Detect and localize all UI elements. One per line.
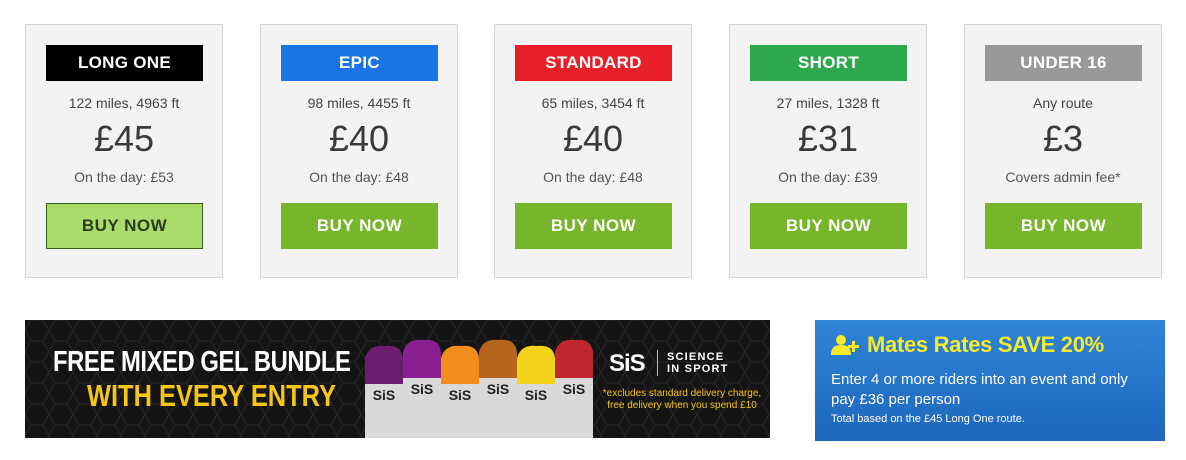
on-the-day-price: On the day: £53 — [74, 169, 174, 185]
gel-pack-top — [403, 339, 441, 378]
gel-packs-image: SiS SiS SiS SiS SiS SiS — [365, 339, 593, 438]
gel-pack-top — [441, 345, 479, 384]
gel-pack-top — [555, 339, 593, 378]
admin-fee-note: Covers admin fee* — [1005, 169, 1121, 185]
price: £40 — [328, 118, 390, 159]
tier-label: EPIC — [281, 45, 438, 81]
sis-logo: SiS — [609, 350, 646, 377]
route-distance: Any route — [1033, 95, 1093, 111]
gel-pack-label: SiS — [487, 381, 510, 397]
tier-label: UNDER 16 — [985, 45, 1142, 81]
gel-pack: SiS — [365, 345, 403, 438]
pricing-card-epic: EPIC 98 miles, 4455 ft £40 On the day: £… — [260, 24, 458, 278]
gel-pack-label: SiS — [411, 381, 434, 397]
buy-now-button[interactable]: BUY NOW — [515, 203, 672, 249]
buy-now-button[interactable]: BUY NOW — [985, 203, 1142, 249]
gel-pack: SiS — [555, 339, 593, 438]
logo-divider — [657, 350, 658, 376]
gel-pack: SiS — [517, 345, 555, 438]
gel-pack: SiS — [403, 339, 441, 438]
gel-pack-top — [365, 345, 403, 384]
gel-pack-label: SiS — [449, 387, 472, 403]
tier-label: STANDARD — [515, 45, 672, 81]
brand-name-line-2: IN SPORT — [667, 363, 729, 375]
gel-pack-label: SiS — [525, 387, 548, 403]
route-distance: 27 miles, 1328 ft — [776, 95, 880, 111]
pricing-card-standard: STANDARD 65 miles, 3454 ft £40 On the da… — [494, 24, 692, 278]
mates-rates-banner[interactable]: Mates Rates SAVE 20% Enter 4 or more rid… — [815, 320, 1165, 441]
gel-pack-label: SiS — [563, 381, 586, 397]
price: £31 — [797, 118, 859, 159]
gel-bundle-banner[interactable]: FREE MIXED GEL BUNDLE WITH EVERY ENTRY S… — [25, 320, 770, 438]
gel-pack: SiS — [441, 345, 479, 438]
on-the-day-price: On the day: £39 — [778, 169, 878, 185]
buy-now-button[interactable]: BUY NOW — [281, 203, 438, 249]
route-distance: 122 miles, 4963 ft — [68, 95, 180, 111]
price: £45 — [93, 118, 155, 159]
tier-label: LONG ONE — [46, 45, 203, 81]
price: £3 — [1042, 118, 1084, 159]
pricing-card-short: SHORT 27 miles, 1328 ft £31 On the day: … — [729, 24, 927, 278]
brand-name-line-1: SCIENCE — [667, 351, 725, 363]
mates-rates-title: Mates Rates SAVE 20% — [867, 332, 1104, 357]
gel-pack: SiS — [479, 339, 517, 438]
gel-pack-top — [479, 339, 517, 378]
route-distance: 65 miles, 3454 ft — [541, 95, 645, 111]
pricing-card-under-16: UNDER 16 Any route £3 Covers admin fee* … — [964, 24, 1162, 278]
route-distance: 98 miles, 4455 ft — [307, 95, 411, 111]
brand-name: SCIENCE IN SPORT — [667, 351, 729, 375]
price: £40 — [562, 118, 624, 159]
delivery-disclaimer: *excludes standard delivery charge, free… — [602, 388, 762, 411]
buy-now-button[interactable]: BUY NOW — [750, 203, 907, 249]
pricing-card-long-one: LONG ONE 122 miles, 4963 ft £45 On the d… — [25, 24, 223, 278]
buy-now-button[interactable]: BUY NOW — [46, 203, 203, 249]
on-the-day-price: On the day: £48 — [543, 169, 643, 185]
gel-pack-top — [517, 345, 555, 384]
add-user-icon — [831, 335, 859, 355]
banner-headline: FREE MIXED GEL BUNDLE — [53, 346, 351, 378]
mates-rates-footnote: Total based on the £45 Long One route. — [831, 413, 1025, 425]
tier-label: SHORT — [750, 45, 907, 81]
banner-subheadline: WITH EVERY ENTRY — [87, 378, 337, 413]
mates-rates-description: Enter 4 or more riders into an event and… — [831, 371, 1128, 408]
on-the-day-price: On the day: £48 — [309, 169, 409, 185]
gel-pack-label: SiS — [373, 387, 396, 403]
